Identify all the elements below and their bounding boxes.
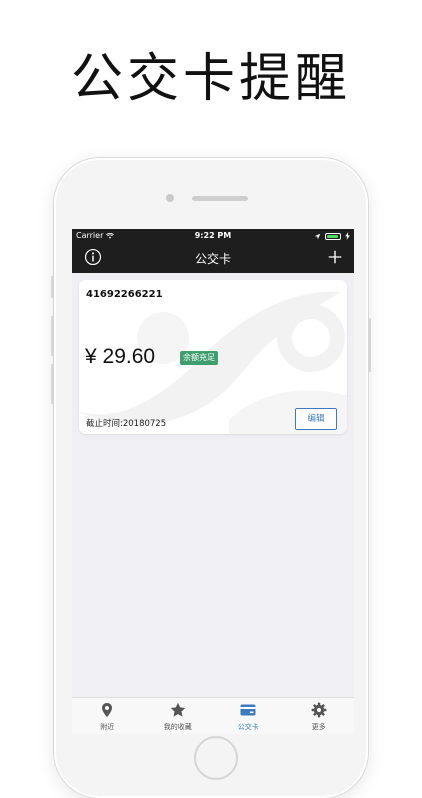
tab-label: 公交卡	[237, 723, 259, 731]
tab-label: 我的收藏	[163, 723, 192, 731]
card-number: 41692266221	[86, 289, 163, 300]
add-card-icon[interactable]	[326, 248, 344, 266]
volume-up-button	[51, 316, 54, 356]
status-bar: Carrier 9:22 PM	[72, 229, 354, 243]
status-time: 9:22 PM	[194, 231, 232, 240]
mute-switch	[51, 276, 54, 298]
navigation-bar: 公交卡	[72, 243, 354, 273]
balance-status-badge: 余额充足	[180, 351, 218, 365]
edit-button[interactable]: 编辑	[295, 408, 337, 430]
tab-nearby[interactable]: 附近	[72, 698, 143, 734]
tab-bus-card[interactable]: 公交卡	[213, 698, 284, 734]
bus-card[interactable]: 41692266221 ¥ 29.60 余额充足 截止时间:20180725 编…	[79, 280, 347, 434]
tab-label: 附近	[100, 723, 115, 731]
power-button	[368, 318, 371, 372]
page-title: 公交卡	[194, 252, 231, 266]
location-arrow-icon	[314, 233, 321, 239]
home-button[interactable]	[194, 736, 238, 780]
promo-title: 公交卡提醒	[70, 49, 351, 109]
battery-icon	[325, 232, 341, 240]
status-indicators	[314, 232, 350, 240]
location-pin-icon	[102, 703, 113, 717]
tab-label: 更多	[311, 723, 326, 731]
volume-down-button	[51, 364, 54, 404]
card-balance: ¥ 29.60	[85, 345, 156, 368]
card-icon	[240, 704, 256, 716]
tab-favorites[interactable]: 我的收藏	[143, 698, 214, 734]
star-icon	[170, 702, 185, 717]
gear-icon	[311, 702, 327, 718]
expiry-date: 截止时间:20180725	[86, 419, 167, 429]
tab-bar: 附近 我的收藏 公交卡 更多	[72, 697, 354, 734]
earpiece-speaker	[192, 196, 248, 201]
front-camera	[166, 194, 174, 202]
app-screen: Carrier 9:22 PM 公交卡 41692266221 ¥ 29.60 …	[72, 229, 354, 734]
charging-bolt-icon	[345, 232, 350, 240]
tab-more[interactable]: 更多	[284, 698, 355, 734]
